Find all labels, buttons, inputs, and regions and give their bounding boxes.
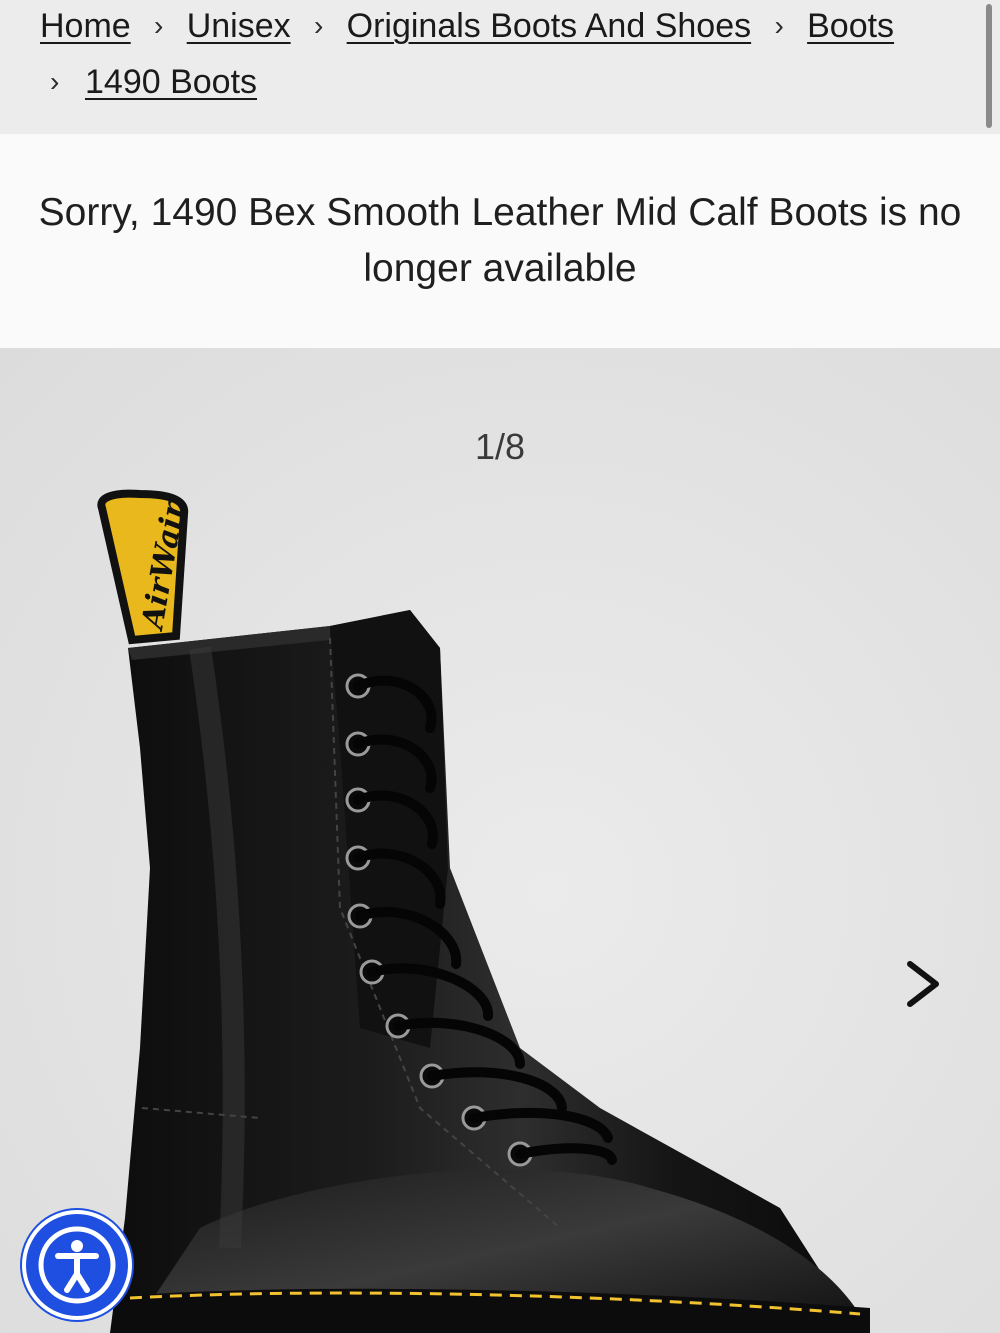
- breadcrumb-separator-icon: ›: [774, 10, 784, 41]
- unavailable-notice: Sorry, 1490 Bex Smooth Leather Mid Calf …: [0, 134, 1000, 348]
- breadcrumb-row-1: Home › Unisex › Originals Boots And Shoe…: [40, 9, 894, 43]
- next-image-button[interactable]: [890, 948, 960, 1018]
- breadcrumb-separator-icon: ›: [313, 10, 324, 41]
- accessibility-icon: [38, 1226, 116, 1304]
- unavailable-message: Sorry, 1490 Bex Smooth Leather Mid Calf …: [38, 191, 962, 290]
- chevron-right-icon: [907, 961, 939, 1007]
- image-counter: 1/8: [474, 426, 526, 467]
- product-image-boot: AirWair: [97, 489, 870, 1333]
- scrollbar-thumb[interactable]: [986, 4, 992, 128]
- breadcrumb-1490-boots-link[interactable]: 1490 Boots: [85, 65, 257, 99]
- breadcrumb-separator-icon: ›: [50, 66, 60, 97]
- product-page: Home › Unisex › Originals Boots And Shoe…: [0, 0, 1000, 1333]
- breadcrumb-unisex-link[interactable]: Unisex: [187, 9, 291, 43]
- product-image-gallery[interactable]: AirWair 1/8: [0, 348, 1000, 1333]
- breadcrumb-home-link[interactable]: Home: [40, 9, 131, 43]
- breadcrumb-row-2: › 1490 Boots: [50, 65, 257, 99]
- breadcrumb-boots-link[interactable]: Boots: [807, 9, 894, 43]
- accessibility-button[interactable]: [22, 1210, 132, 1320]
- breadcrumb-originals-link[interactable]: Originals Boots And Shoes: [347, 9, 751, 43]
- breadcrumb: Home › Unisex › Originals Boots And Shoe…: [0, 0, 1000, 134]
- breadcrumb-separator-icon: ›: [154, 10, 164, 41]
